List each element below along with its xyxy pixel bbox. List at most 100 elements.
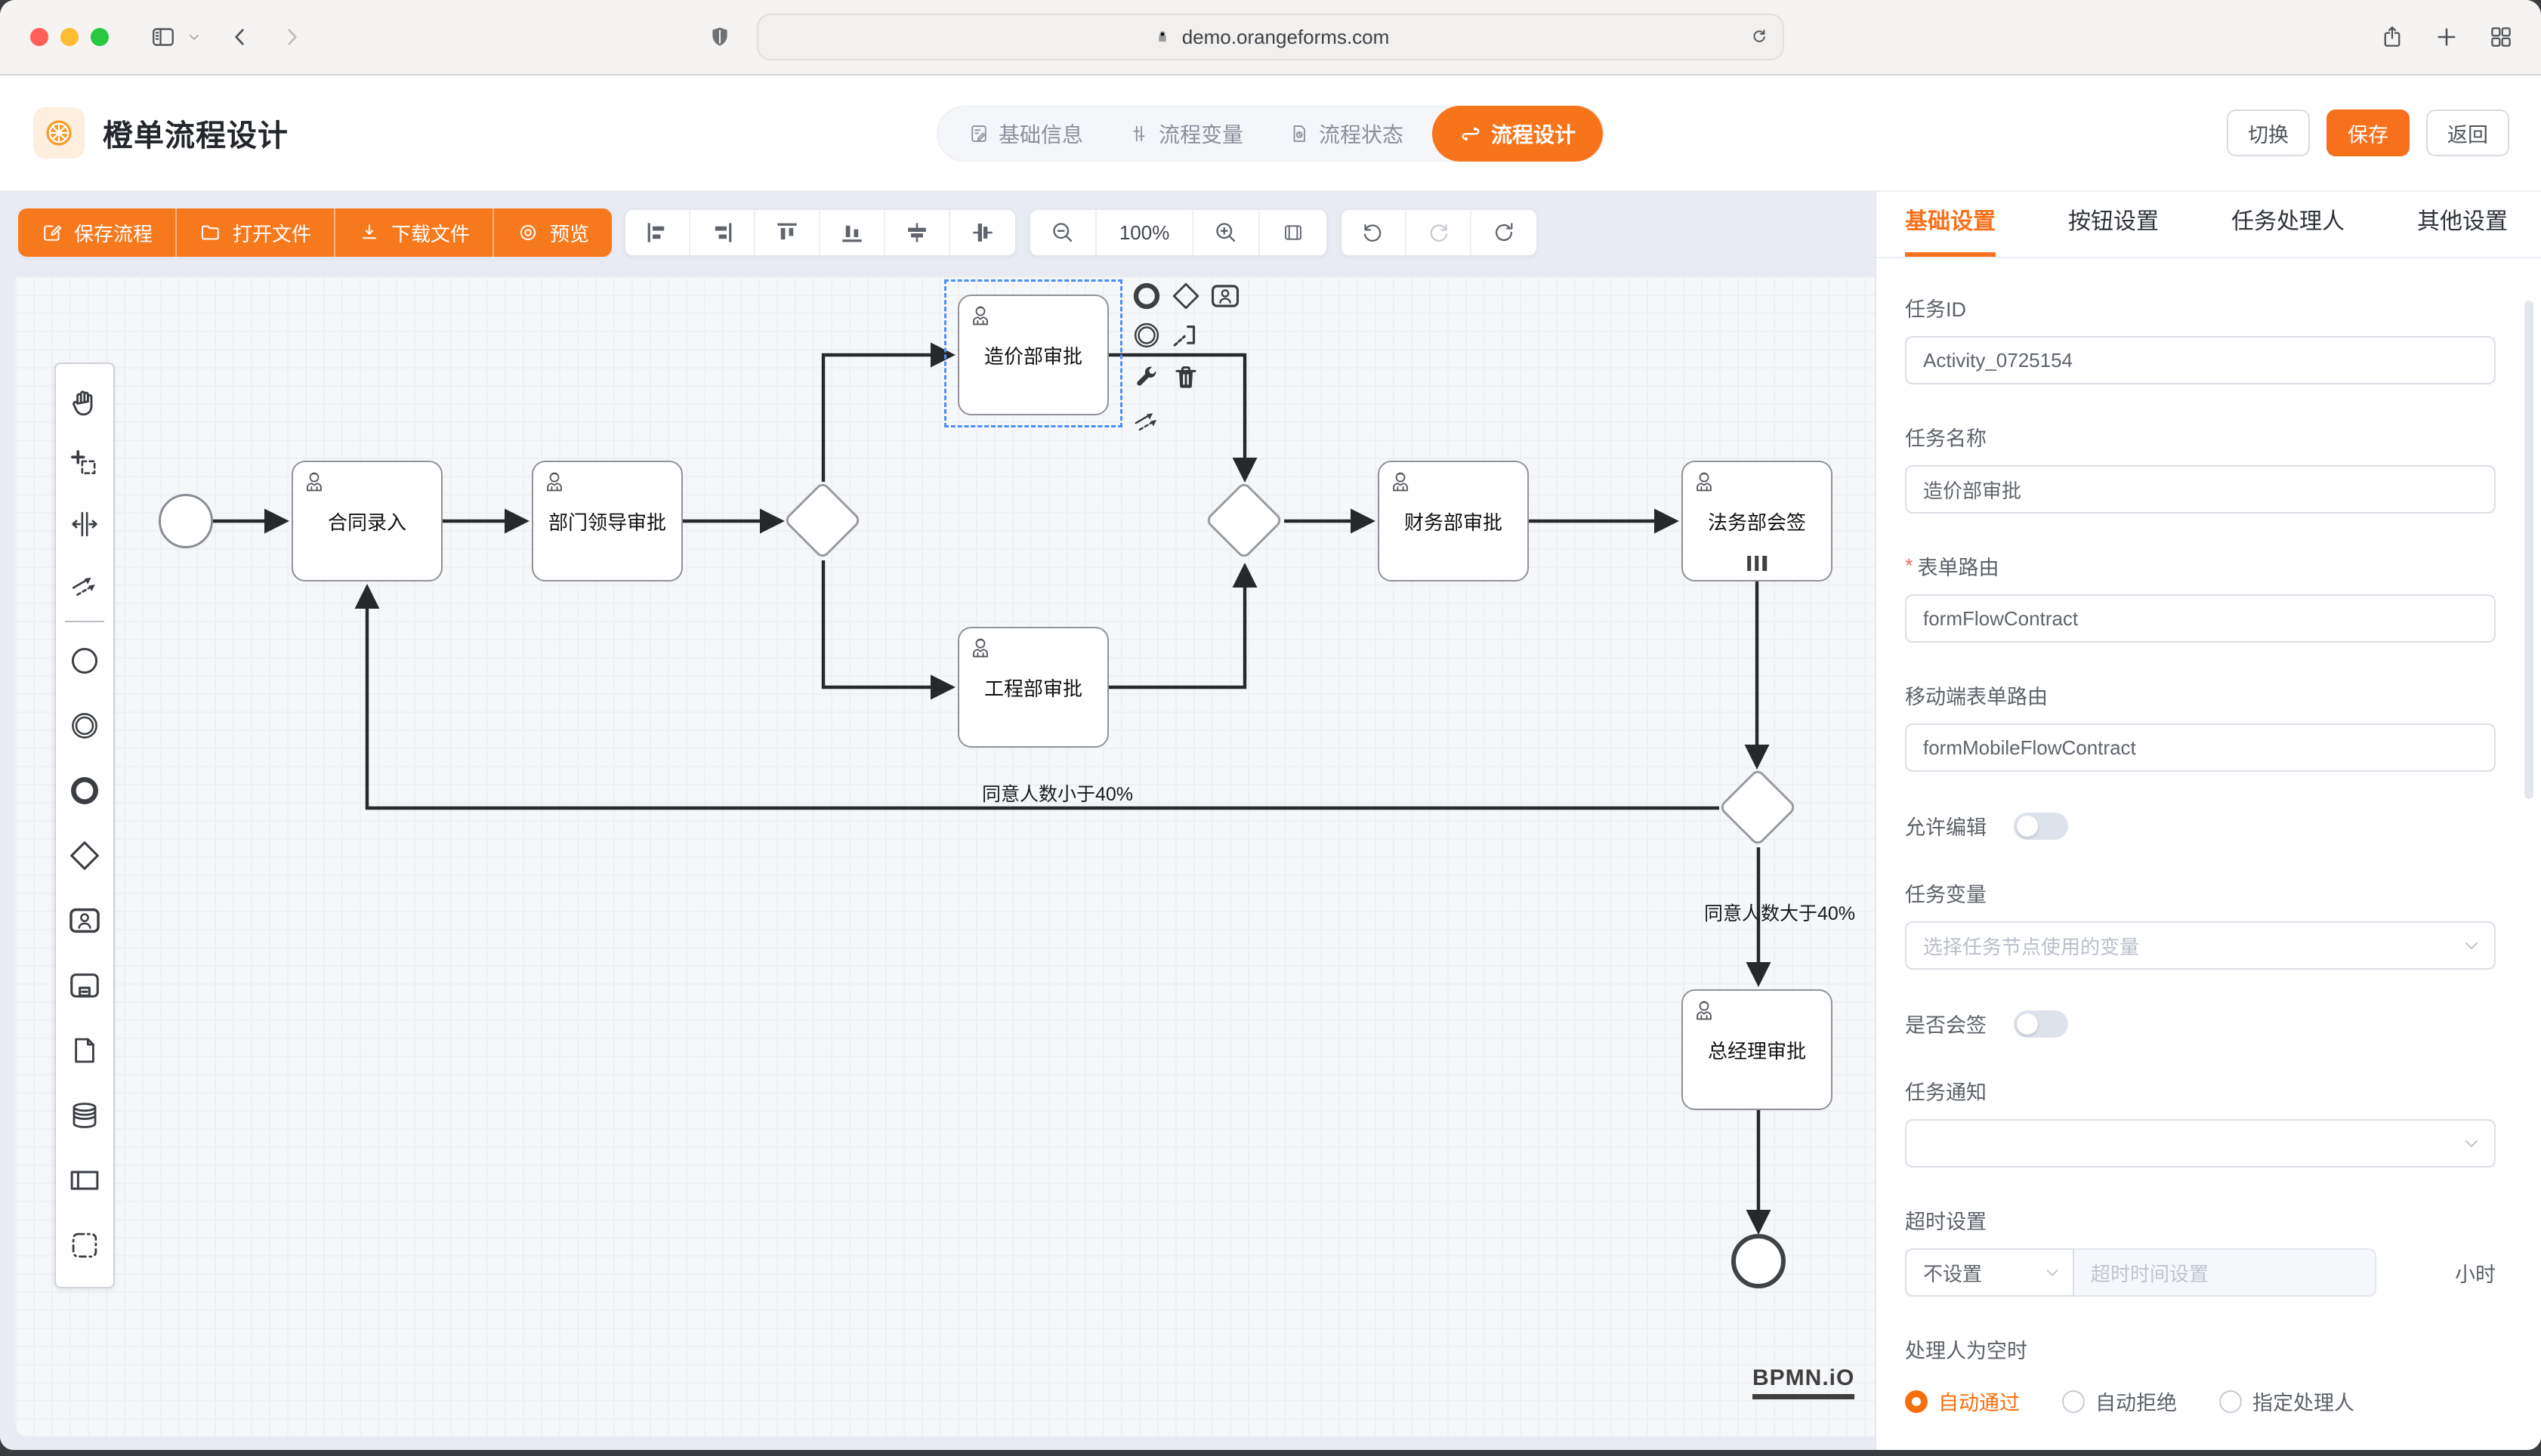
create-subprocess[interactable] <box>54 953 115 1018</box>
new-tab-icon[interactable] <box>2434 24 2459 50</box>
allow-edit-toggle[interactable] <box>2014 813 2068 840</box>
space-tool-icon <box>69 508 100 540</box>
connect-tool-button[interactable] <box>1130 403 1163 436</box>
form-icon <box>968 123 990 144</box>
address-bar[interactable]: demo.orangeforms.com <box>757 14 1784 60</box>
create-start-event[interactable] <box>54 628 115 693</box>
task-contract-entry[interactable]: 合同录入 <box>292 461 443 581</box>
task-dept-leader-approval[interactable]: 部门领导审批 <box>532 461 683 581</box>
back-icon[interactable] <box>228 25 252 49</box>
document-icon <box>69 1035 100 1066</box>
align-middle-button[interactable] <box>885 210 950 255</box>
switch-button[interactable]: 切换 <box>2227 110 2310 156</box>
fullscreen-window-button[interactable] <box>91 28 109 46</box>
undo-button[interactable] <box>1342 210 1406 255</box>
delete-trash-button[interactable] <box>1169 361 1203 394</box>
share-icon[interactable] <box>2379 24 2405 50</box>
end-event[interactable] <box>1731 1234 1786 1288</box>
tab-basic-settings[interactable]: 基础设置 <box>1905 202 1996 257</box>
open-file-button[interactable]: 打开文件 <box>177 208 335 257</box>
user-task-icon <box>1388 470 1413 494</box>
minimize-window-button[interactable] <box>60 28 79 46</box>
align-center-button[interactable] <box>950 210 1015 255</box>
create-gateway[interactable] <box>54 823 115 888</box>
task-variable-select[interactable]: 选择任务节点使用的变量 <box>1905 921 2496 970</box>
task-notify-select[interactable] <box>1905 1119 2496 1168</box>
close-window-button[interactable] <box>30 28 48 46</box>
nav-process-status[interactable]: 流程状态 <box>1266 112 1426 156</box>
lasso-tool[interactable] <box>54 433 115 494</box>
task-cost-dept-approval-selected[interactable]: 造价部审批 <box>958 295 1109 415</box>
zoom-in-button[interactable] <box>1193 210 1260 255</box>
timeout-duration-input[interactable]: 超时时间设置 <box>2074 1248 2376 1297</box>
change-type-wrench-button[interactable] <box>1130 361 1163 394</box>
tab-task-assignee[interactable]: 任务处理人 <box>2231 202 2345 257</box>
task-legal-dept-countersign[interactable]: 法务部会签 <box>1681 461 1832 581</box>
task-finance-dept-approval[interactable]: 财务部审批 <box>1378 461 1529 581</box>
start-event-icon <box>68 644 101 677</box>
back-button[interactable]: 返回 <box>2426 110 2509 156</box>
shield-icon[interactable] <box>707 24 733 50</box>
reload-icon[interactable] <box>1749 27 1769 47</box>
create-group[interactable] <box>54 1213 115 1278</box>
task-gm-approval[interactable]: 总经理审批 <box>1681 989 1832 1110</box>
mobile-form-route-input[interactable] <box>1905 723 2496 772</box>
plus-icon <box>804 502 841 538</box>
sidebar-icon[interactable] <box>150 23 177 51</box>
radio-designated-assignee[interactable]: 指定处理人 <box>2219 1387 2354 1416</box>
zoom-out-button[interactable] <box>1030 210 1097 255</box>
tab-other-settings[interactable]: 其他设置 <box>2417 202 2508 257</box>
sidebar-chevron-icon[interactable] <box>187 30 201 44</box>
radio-auto-reject[interactable]: 自动拒绝 <box>2062 1387 2177 1416</box>
task-id-input[interactable] <box>1905 336 2496 384</box>
condition-label-gt40[interactable]: 同意人数大于40% <box>1651 899 1875 926</box>
append-user-task-button[interactable] <box>1209 279 1242 313</box>
create-data-store[interactable] <box>54 1083 115 1148</box>
redo-button[interactable] <box>1406 210 1471 255</box>
preview-button[interactable]: 预览 <box>494 208 612 257</box>
save-flow-button[interactable]: 保存流程 <box>18 208 177 257</box>
create-user-task[interactable] <box>54 888 115 953</box>
create-data-object[interactable] <box>54 1018 115 1083</box>
global-connect-tool[interactable] <box>54 554 115 615</box>
start-event[interactable] <box>159 494 213 548</box>
process-nav: 基础信息 流程变量 流程状态 流程设计 <box>937 106 1604 162</box>
form-route-label: *表单路由 <box>1905 551 2496 581</box>
task-engineering-dept-approval[interactable]: 工程部审批 <box>958 627 1109 748</box>
nav-process-variables[interactable]: 流程变量 <box>1106 112 1266 156</box>
create-end-event[interactable] <box>54 758 115 823</box>
form-route-input[interactable] <box>1905 594 2496 643</box>
tab-overview-icon[interactable] <box>2488 24 2514 50</box>
nav-basic-info[interactable]: 基础信息 <box>946 112 1106 156</box>
countersign-toggle[interactable] <box>2014 1010 2068 1038</box>
tab-button-settings[interactable]: 按钮设置 <box>2068 202 2159 257</box>
forward-icon[interactable] <box>279 25 304 49</box>
radio-auto-pass[interactable]: 自动通过 <box>1905 1387 2020 1416</box>
hand-tool[interactable] <box>54 373 115 433</box>
save-button[interactable]: 保存 <box>2326 110 2410 156</box>
condition-label-lt40[interactable]: 同意人数小于40% <box>929 779 1186 807</box>
space-tool[interactable] <box>54 494 115 554</box>
user-task-icon <box>968 304 993 328</box>
download-file-button[interactable]: 下载文件 <box>335 208 494 257</box>
align-right-button[interactable] <box>690 210 755 255</box>
append-end-event-button[interactable] <box>1130 279 1163 313</box>
align-bottom-button[interactable] <box>820 210 885 255</box>
timeout-mode-select[interactable]: 不设置 <box>1905 1248 2074 1297</box>
align-center-icon <box>968 218 997 247</box>
append-intermediate-event-button[interactable] <box>1130 319 1163 352</box>
fit-viewport-button[interactable] <box>1260 210 1326 255</box>
append-text-annotation-button[interactable] <box>1169 319 1203 352</box>
task-name-input[interactable] <box>1905 465 2496 514</box>
create-intermediate-event[interactable] <box>54 693 115 758</box>
bpmn-canvas[interactable]: 合同录入 部门领导审批 造价部审批 工程部审批 财务部审批 法务部会签 总经理审… <box>15 276 1875 1436</box>
panel-scrollbar[interactable] <box>2524 301 2533 799</box>
bpmn-io-watermark[interactable]: BPMN.iO <box>1752 1365 1854 1399</box>
countersign-label: 是否会签 <box>1905 1009 1987 1038</box>
align-left-button[interactable] <box>625 210 690 255</box>
refresh-button[interactable] <box>1471 210 1536 255</box>
create-participant[interactable] <box>54 1148 115 1213</box>
nav-process-design[interactable]: 流程设计 <box>1432 106 1603 162</box>
append-gateway-button[interactable] <box>1169 279 1203 313</box>
align-top-button[interactable] <box>755 210 820 255</box>
